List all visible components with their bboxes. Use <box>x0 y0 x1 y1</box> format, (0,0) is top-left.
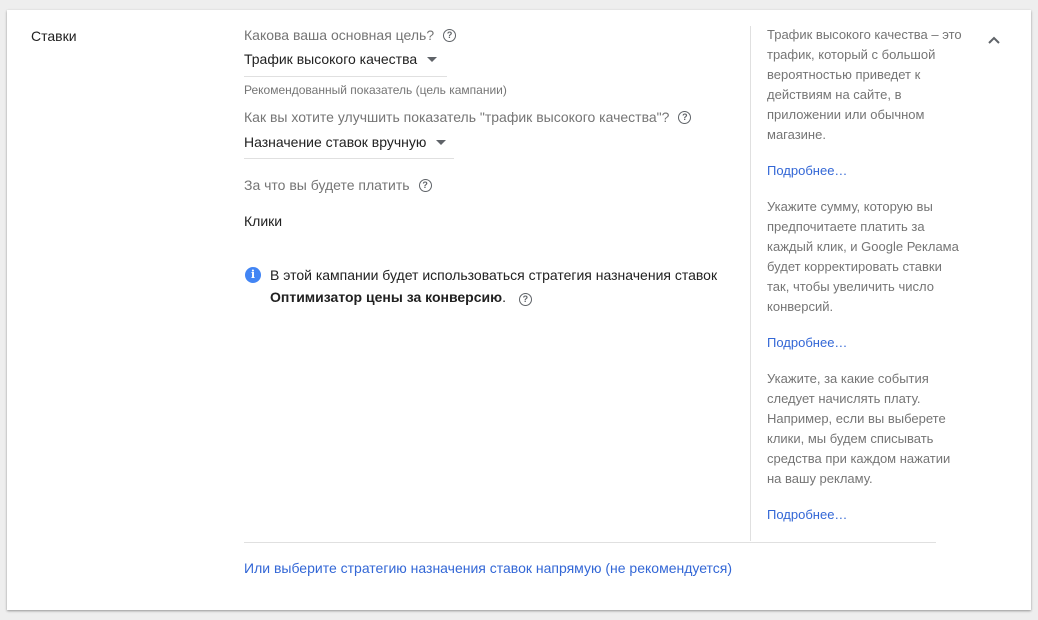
bidding-card: Ставки Какова ваша основная цель? ? Траф… <box>7 10 1031 610</box>
pay-question-label: За что вы будете платить <box>244 177 410 193</box>
goal-question-label: Какова ваша основная цель? <box>244 27 435 43</box>
help-icon[interactable]: ? <box>418 178 432 192</box>
goal-select-value: Трафик высокого качества <box>244 51 418 67</box>
bidding-select-underline <box>244 158 454 159</box>
pay-question: За что вы будете платить ? <box>244 177 432 193</box>
dropdown-arrow-icon <box>436 139 447 145</box>
info-text: В этой кампании будет использоваться стр… <box>270 267 718 283</box>
pay-value: Клики <box>244 213 283 229</box>
info-suffix: . <box>502 289 506 305</box>
info-message: В этой кампании будет использоваться стр… <box>270 264 740 308</box>
help-icon[interactable]: ? <box>678 110 692 124</box>
learn-more-link-bidding[interactable]: Подробнее… <box>767 335 847 350</box>
improve-question-label: Как вы хотите улучшить показатель "трафи… <box>244 109 670 125</box>
help-icon[interactable]: ? <box>518 293 532 306</box>
goal-select-underline <box>244 76 447 77</box>
help-text-pay: Укажите, за какие события следует начисл… <box>767 371 951 486</box>
help-text-goal: Трафик высокого качества – это трафик, к… <box>767 27 962 142</box>
help-icon[interactable]: ? <box>443 28 457 42</box>
dropdown-arrow-icon <box>427 56 438 62</box>
chevron-up-icon[interactable] <box>986 32 1002 48</box>
improve-question: Как вы хотите улучшить показатель "трафи… <box>244 109 692 125</box>
vertical-divider <box>750 26 751 541</box>
learn-more-link-pay[interactable]: Подробнее… <box>767 507 847 522</box>
goal-hint: Рекомендованный показатель (цель кампани… <box>244 83 507 97</box>
choose-strategy-directly-link[interactable]: Или выберите стратегию назначения ставок… <box>244 560 732 576</box>
bidding-select[interactable]: Назначение ставок вручную <box>244 134 447 150</box>
section-title: Ставки <box>31 28 77 44</box>
bidding-select-value: Назначение ставок вручную <box>244 134 427 150</box>
info-strategy: Оптимизатор цены за конверсию <box>270 289 503 305</box>
learn-more-link-goal[interactable]: Подробнее… <box>767 163 847 178</box>
info-icon: i <box>245 267 261 283</box>
horizontal-divider <box>244 542 936 543</box>
help-text-bidding: Укажите сумму, которую вы предпочитаете … <box>767 199 959 314</box>
goal-question: Какова ваша основная цель? ? <box>244 27 457 43</box>
goal-select[interactable]: Трафик высокого качества <box>244 51 438 67</box>
